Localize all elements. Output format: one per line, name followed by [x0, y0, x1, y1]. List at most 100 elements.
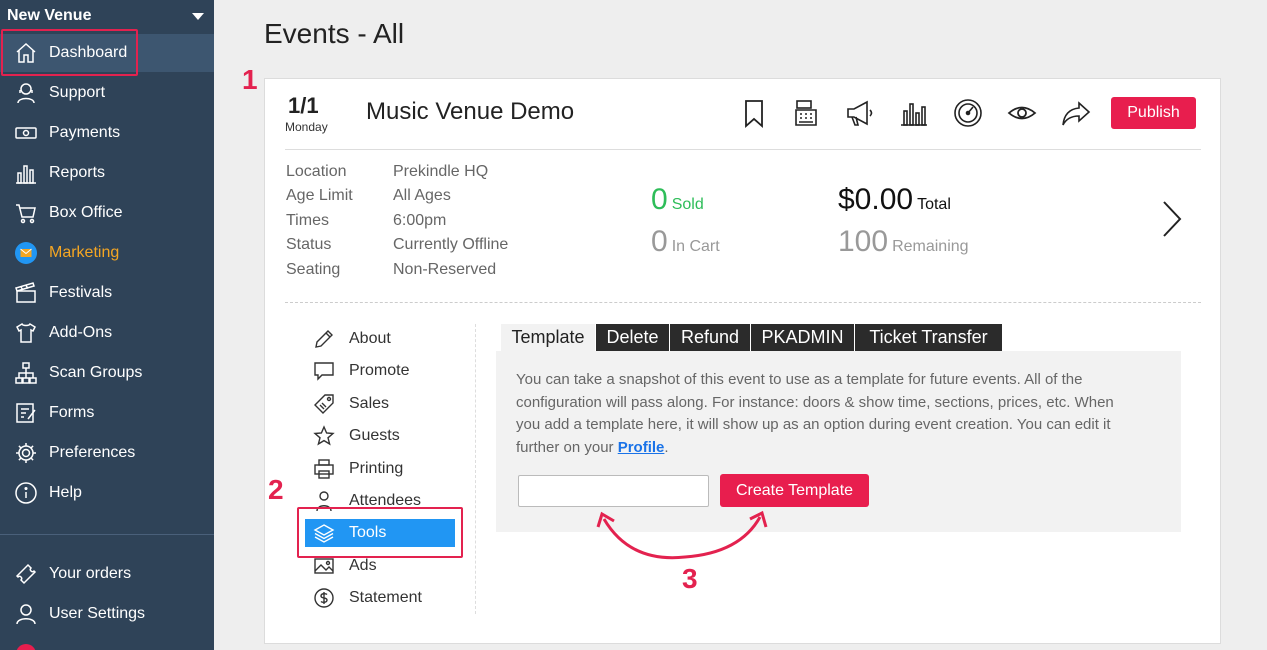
total-label: Total: [917, 196, 951, 213]
sitemap-icon: [15, 362, 37, 384]
sold-value: 0: [651, 183, 668, 216]
menu-item-promote[interactable]: Promote: [305, 357, 455, 385]
annotation-box-tools: [297, 507, 463, 558]
menu-item-guests[interactable]: Guests: [305, 422, 455, 450]
profile-link[interactable]: Profile: [618, 439, 665, 456]
info-value-age-limit: All Ages: [393, 187, 451, 204]
header-divider: [285, 149, 1201, 150]
sidebar: New Venue Dashboard Support Payments Rep…: [0, 0, 214, 650]
gauge-icon: [954, 99, 982, 127]
bar-chart-icon: [16, 165, 36, 184]
tab-template[interactable]: Template: [501, 324, 595, 351]
sidebar-item-reports[interactable]: Reports: [0, 154, 214, 192]
image-icon: [314, 558, 334, 574]
share-button[interactable]: [1061, 97, 1091, 129]
mail-icon: [15, 242, 37, 264]
info-label-location: Location: [286, 163, 347, 180]
stat-sold: 0 Sold: [651, 183, 704, 217]
menu-item-sales[interactable]: Sales: [305, 390, 455, 418]
info-label-times: Times: [286, 212, 329, 229]
reports-button[interactable]: [899, 97, 929, 129]
sidebar-item-forms[interactable]: Forms: [0, 394, 214, 432]
sidebar-item-support[interactable]: Support: [0, 74, 214, 112]
bookmark-icon: [745, 100, 763, 128]
gear-icon: [16, 443, 36, 463]
annotation-arrow: [596, 510, 768, 560]
sidebar-item-your-orders[interactable]: Your orders: [0, 555, 214, 593]
stat-total: $0.00 Total: [838, 183, 951, 217]
menu-item-printing[interactable]: Printing: [305, 455, 455, 483]
eye-icon: [1007, 106, 1037, 120]
sidebar-divider: [0, 534, 214, 535]
sidebar-item-payments[interactable]: Payments: [0, 114, 214, 152]
template-description: You can take a snapshot of this event to…: [516, 371, 1114, 456]
venue-name: New Venue: [7, 7, 92, 24]
sidebar-item-admin[interactable]: [0, 635, 214, 650]
sidebar-item-marketing[interactable]: Marketing: [0, 234, 214, 272]
publish-button[interactable]: Publish: [1111, 97, 1196, 129]
headset-icon: [17, 83, 35, 104]
dashboard-gauge-button[interactable]: [953, 97, 983, 129]
event-date: 1/1: [288, 93, 319, 118]
form-icon: [16, 403, 36, 423]
total-value: $0.00: [838, 183, 914, 216]
megaphone-icon: [847, 100, 873, 126]
tab-refund[interactable]: Refund: [670, 324, 750, 351]
dollar-icon: [314, 588, 334, 608]
info-value-location: Prekindle HQ: [393, 163, 489, 180]
clapperboard-icon: [15, 282, 36, 303]
sidebar-item-scan-groups[interactable]: Scan Groups: [0, 354, 214, 392]
caret-down-icon: [192, 12, 204, 20]
tab-delete[interactable]: Delete: [596, 324, 669, 351]
sidebar-item-box-office[interactable]: Box Office: [0, 194, 214, 232]
money-icon: [15, 127, 37, 139]
preview-button[interactable]: [1007, 97, 1037, 129]
event-day: Monday: [285, 120, 328, 134]
printer-icon: [314, 459, 334, 479]
info-value-times: 6:00pm: [393, 212, 447, 229]
remaining-value: 100: [838, 225, 889, 258]
tag-icon: [314, 394, 334, 414]
info-label-status: Status: [286, 236, 332, 253]
info-value-seating: Non-Reserved: [393, 261, 497, 278]
star-icon: [313, 425, 335, 446]
info-icon: [15, 482, 37, 504]
cart-value: 0: [651, 225, 668, 258]
cart-icon: [16, 204, 36, 224]
sidebar-item-add-ons[interactable]: Add-Ons: [0, 314, 214, 352]
remaining-label: Remaining: [892, 238, 969, 255]
create-template-button[interactable]: Create Template: [720, 474, 869, 507]
annotation-number-2: 2: [268, 474, 284, 505]
ticket-icon: [15, 563, 37, 585]
sidebar-item-help[interactable]: Help: [0, 474, 214, 512]
chevron-right-icon[interactable]: [1160, 199, 1184, 239]
tab-ticket-transfer[interactable]: Ticket Transfer: [855, 324, 1002, 351]
annotation-number-3: 3: [682, 563, 698, 594]
venue-selector[interactable]: New Venue: [0, 0, 214, 32]
annotation-box-dashboard: [1, 29, 138, 76]
menu-item-about[interactable]: About: [305, 325, 455, 353]
tab-pkadmin[interactable]: PKADMIN: [751, 324, 854, 351]
section-divider: [285, 302, 1201, 303]
info-label-age-limit: Age Limit: [286, 187, 353, 204]
register-icon: [795, 100, 817, 126]
cart-label: In Cart: [671, 238, 720, 255]
info-value-status: Currently Offline: [393, 236, 509, 253]
menu-item-statement[interactable]: Statement: [305, 584, 455, 612]
promote-button[interactable]: [845, 97, 875, 129]
event-name: Music Venue Demo: [366, 98, 575, 125]
register-button[interactable]: [792, 97, 822, 129]
sidebar-item-user-settings[interactable]: User Settings: [0, 595, 214, 633]
share-icon: [1062, 101, 1091, 126]
sidebar-item-festivals[interactable]: Festivals: [0, 274, 214, 312]
info-label-seating: Seating: [286, 261, 341, 278]
sidebar-item-preferences[interactable]: Preferences: [0, 434, 214, 472]
bookmark-button[interactable]: [739, 97, 769, 129]
stat-remaining: 100 Remaining: [838, 225, 969, 259]
user-icon: [16, 604, 36, 625]
stat-in-cart: 0 In Cart: [651, 225, 720, 259]
chart-icon: [901, 103, 927, 126]
annotation-number-1: 1: [242, 64, 258, 95]
template-name-input[interactable]: [518, 475, 709, 507]
page-title: Events - All: [264, 18, 405, 49]
